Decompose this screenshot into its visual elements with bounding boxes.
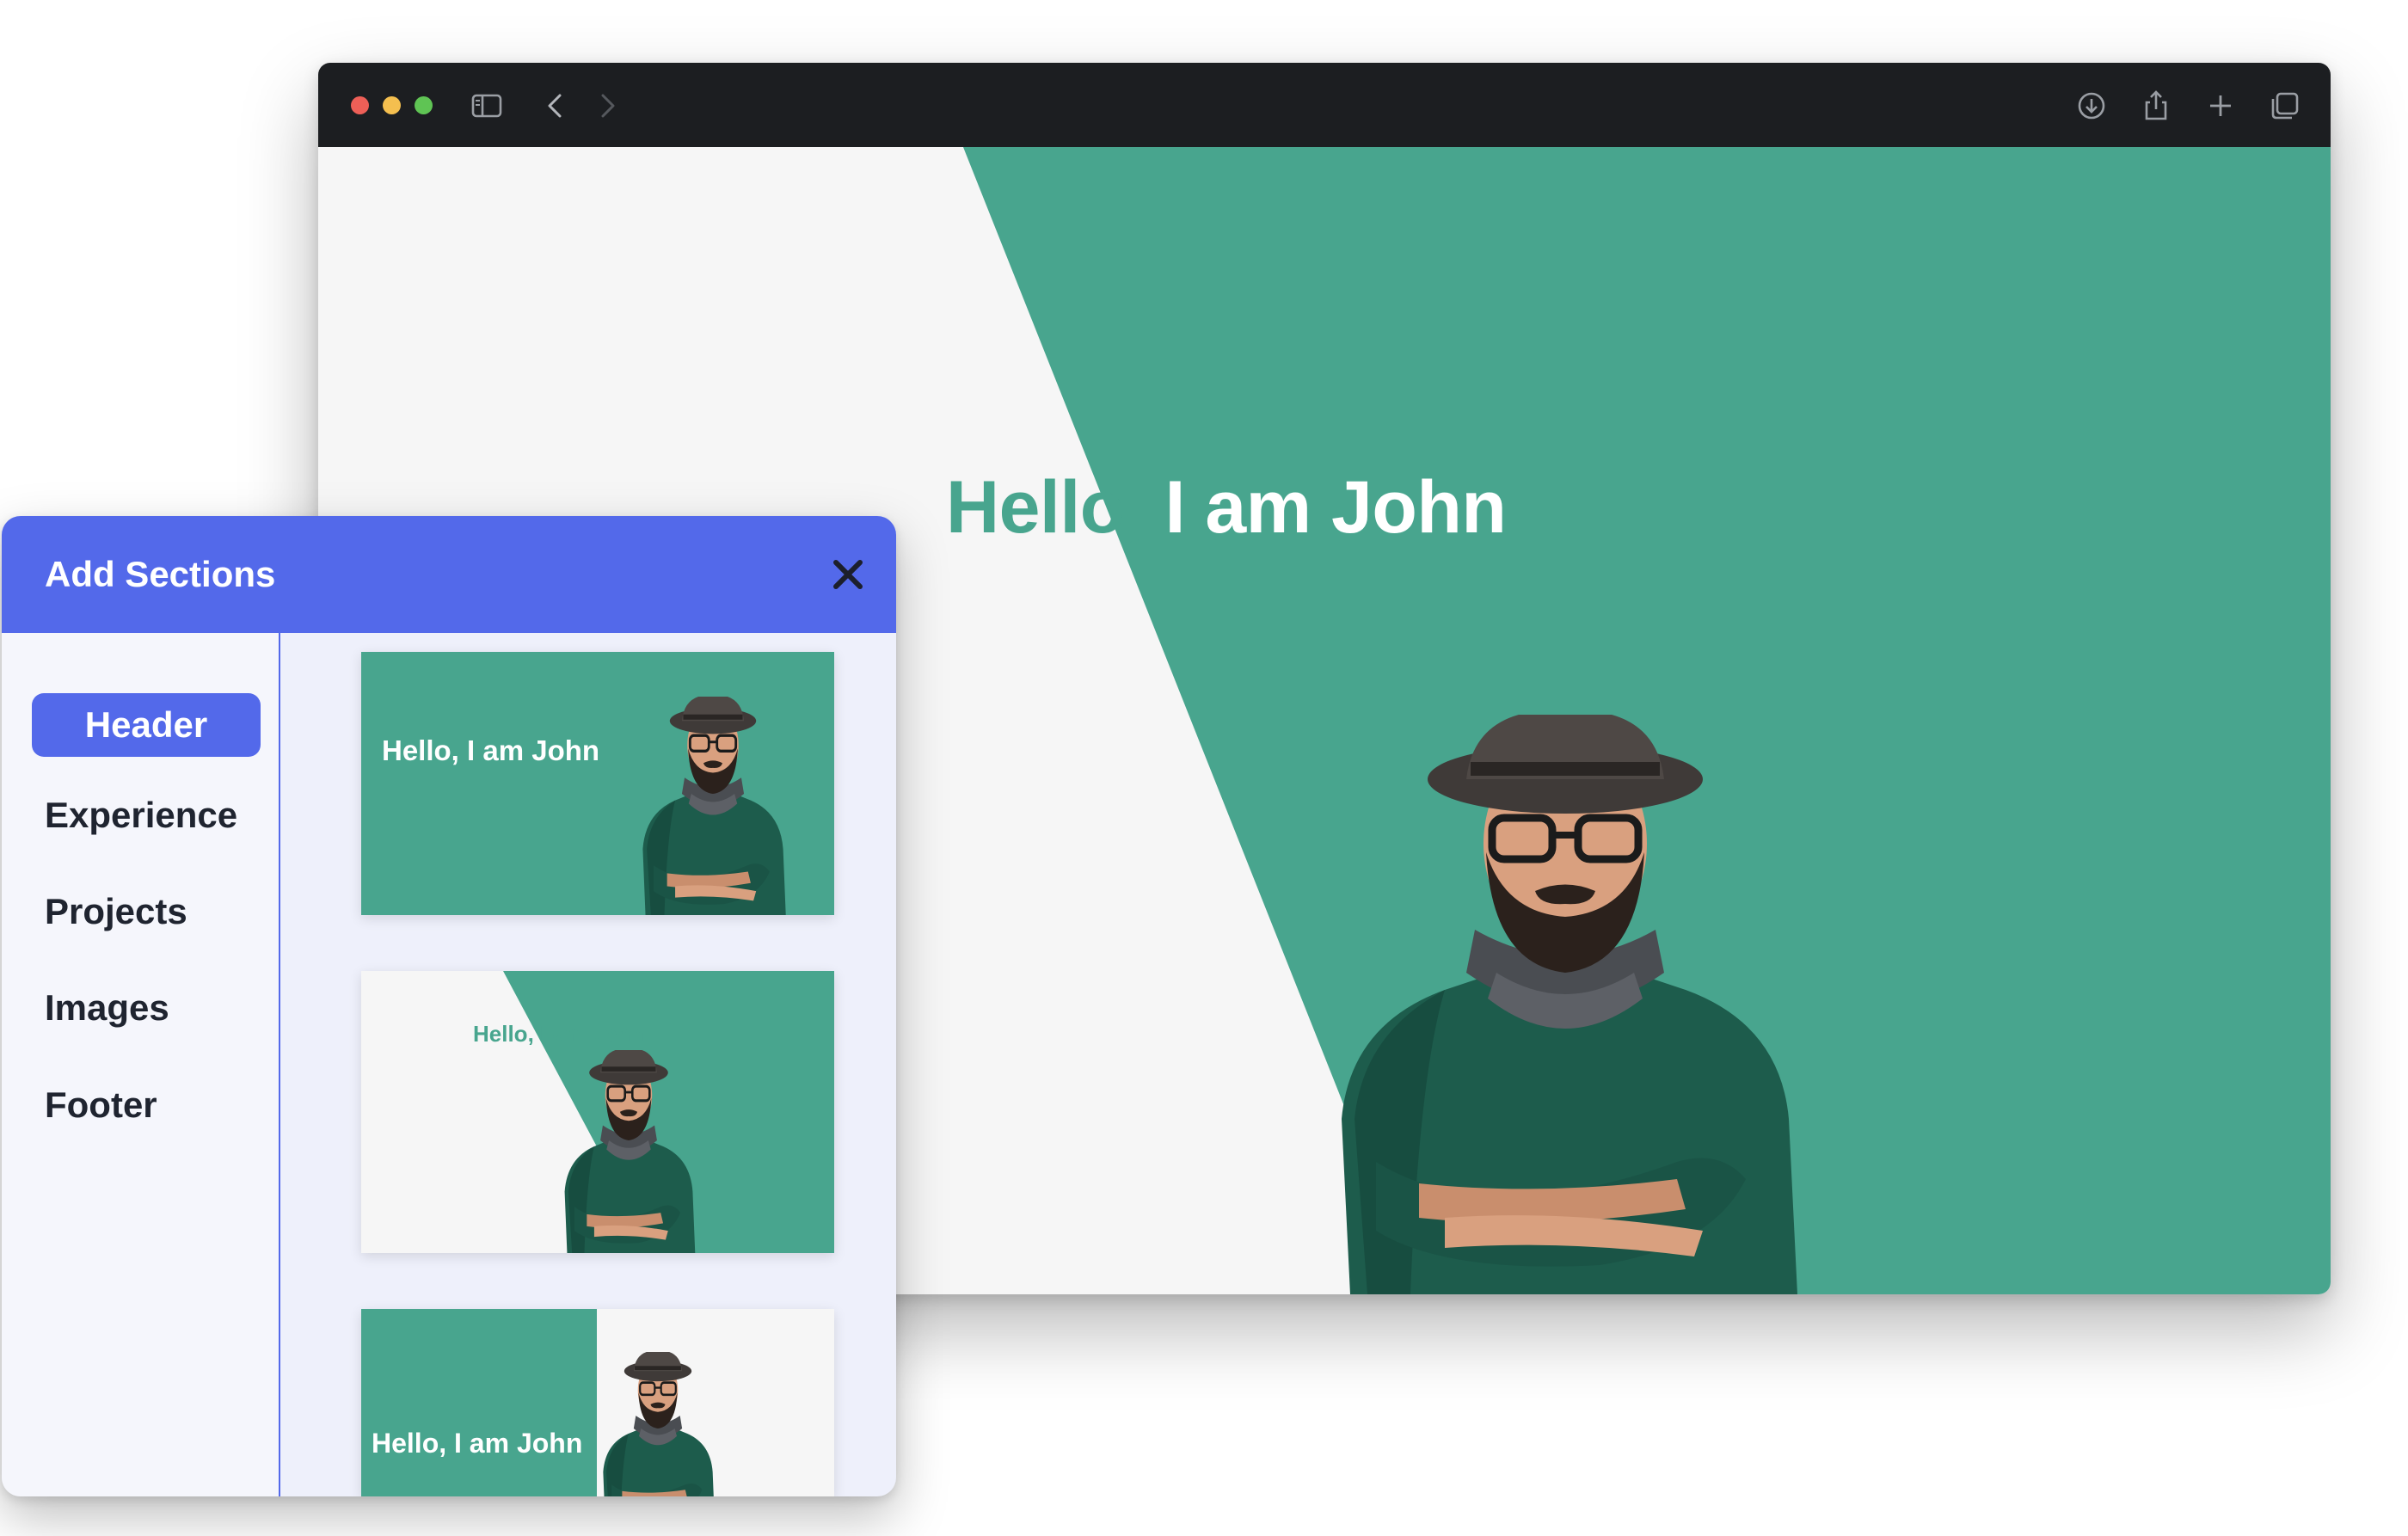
zoom-window-button[interactable] [415, 96, 433, 114]
nav-item-images[interactable]: Images [45, 987, 169, 1029]
nav-item-projects[interactable]: Projects [45, 891, 187, 932]
template-title-text: Hello, I am John [473, 1021, 645, 1047]
browser-toolbar [318, 63, 2331, 147]
template-title: Hello, I am John [372, 1428, 583, 1459]
hero-title: Hello, I am John [946, 465, 1507, 550]
template-person-photo [597, 1352, 719, 1496]
template-person-photo [557, 1050, 700, 1253]
forward-chevron-icon[interactable] [590, 89, 624, 123]
tab-overview-icon[interactable] [2268, 89, 2302, 123]
minimize-window-button[interactable] [383, 96, 401, 114]
hero-person-photo [1316, 715, 1815, 1294]
hero-title-part1: Hello, [946, 466, 1146, 549]
nav-item-footer[interactable]: Footer [45, 1084, 157, 1126]
back-chevron-icon[interactable] [538, 89, 573, 123]
header-template-3[interactable]: Hello, I am John [361, 1309, 834, 1496]
sidebar-icon[interactable] [470, 89, 504, 123]
hero-title-part2: I am John [1145, 466, 1507, 549]
section-nav: Header Experience Projects Images Footer [2, 633, 280, 1496]
new-tab-plus-icon[interactable] [2203, 89, 2238, 123]
panel-title: Add Sections [45, 554, 276, 594]
add-sections-panel: Add Sections Header Experience Projects … [2, 516, 896, 1496]
nav-item-experience[interactable]: Experience [45, 795, 237, 836]
close-icon[interactable] [827, 554, 869, 595]
template-title: Hello, I am John [473, 1021, 644, 1048]
header-template-2[interactable]: Hello, I am John [361, 971, 834, 1253]
panel-header: Add Sections [2, 516, 896, 633]
header-template-1[interactable]: Hello, I am John [361, 652, 834, 915]
share-icon[interactable] [2139, 89, 2173, 123]
template-green-block [361, 1309, 597, 1496]
download-icon[interactable] [2074, 89, 2109, 123]
close-window-button[interactable] [351, 96, 369, 114]
nav-item-header[interactable]: Header [32, 693, 261, 757]
template-title: Hello, I am John [382, 734, 600, 766]
template-person-photo [635, 697, 791, 915]
